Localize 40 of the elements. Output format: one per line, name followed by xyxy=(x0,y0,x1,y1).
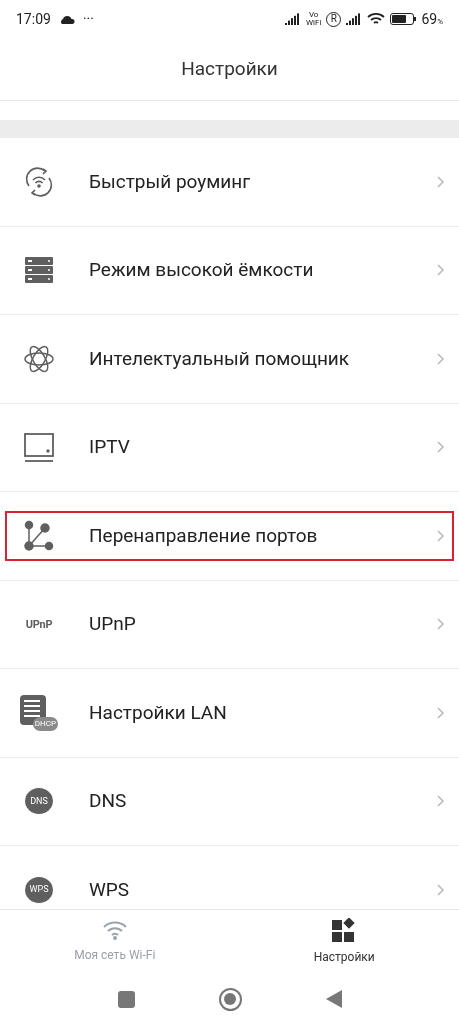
battery-icon xyxy=(390,13,417,25)
settings-item[interactable]: Интелектуальный помощник xyxy=(5,333,454,384)
cloud-icon xyxy=(58,14,75,24)
circle-badge-icon: WPS xyxy=(25,875,53,904)
settings-item[interactable]: IPTV xyxy=(5,422,454,473)
chevron-right-icon xyxy=(436,175,444,188)
upnp-icon: UPnP xyxy=(25,618,53,630)
settings-item[interactable]: Перенаправление портов xyxy=(5,510,454,561)
chevron-right-icon xyxy=(436,706,444,719)
signal-icon xyxy=(284,13,301,25)
chevron-right-icon xyxy=(436,618,444,631)
clock: 17:09 xyxy=(16,9,51,29)
chevron-right-icon xyxy=(436,529,444,542)
chevron-right-icon xyxy=(436,883,444,896)
chevron-right-icon xyxy=(436,352,444,365)
settings-item[interactable]: DHCP Настройки LAN xyxy=(5,687,454,738)
settings-item[interactable]: Быстрый роуминг xyxy=(5,156,454,207)
battery-percent: 69% xyxy=(421,9,443,29)
wifi-refresh-icon xyxy=(23,165,55,198)
nav-tab[interactable]: Настройки xyxy=(229,910,459,974)
settings-item[interactable]: Режим высокой ёмкости xyxy=(5,245,454,296)
settings-item[interactable]: WPS WPS xyxy=(5,864,454,909)
more-indicator: ··· xyxy=(82,9,94,29)
home-button[interactable] xyxy=(218,987,242,1011)
vowifi-indicator: Vo WiFi xyxy=(305,11,322,27)
wifi-icon xyxy=(101,920,128,940)
share-nodes-icon xyxy=(23,519,55,552)
chevron-right-icon xyxy=(436,264,444,277)
chevron-right-icon xyxy=(436,441,444,454)
back-button[interactable] xyxy=(325,990,342,1008)
settings-item[interactable]: UPnP UPnP xyxy=(5,599,454,650)
apps-icon xyxy=(332,918,357,942)
page-title: Настройки xyxy=(181,55,278,82)
chevron-right-icon xyxy=(436,795,444,808)
recents-button[interactable] xyxy=(117,990,135,1008)
signal-icon xyxy=(346,13,363,25)
wifi-icon xyxy=(367,12,386,26)
circle-badge-icon: DNS xyxy=(25,787,53,816)
settings-item[interactable]: DNS DNS xyxy=(5,776,454,827)
monitor-icon xyxy=(23,431,55,464)
